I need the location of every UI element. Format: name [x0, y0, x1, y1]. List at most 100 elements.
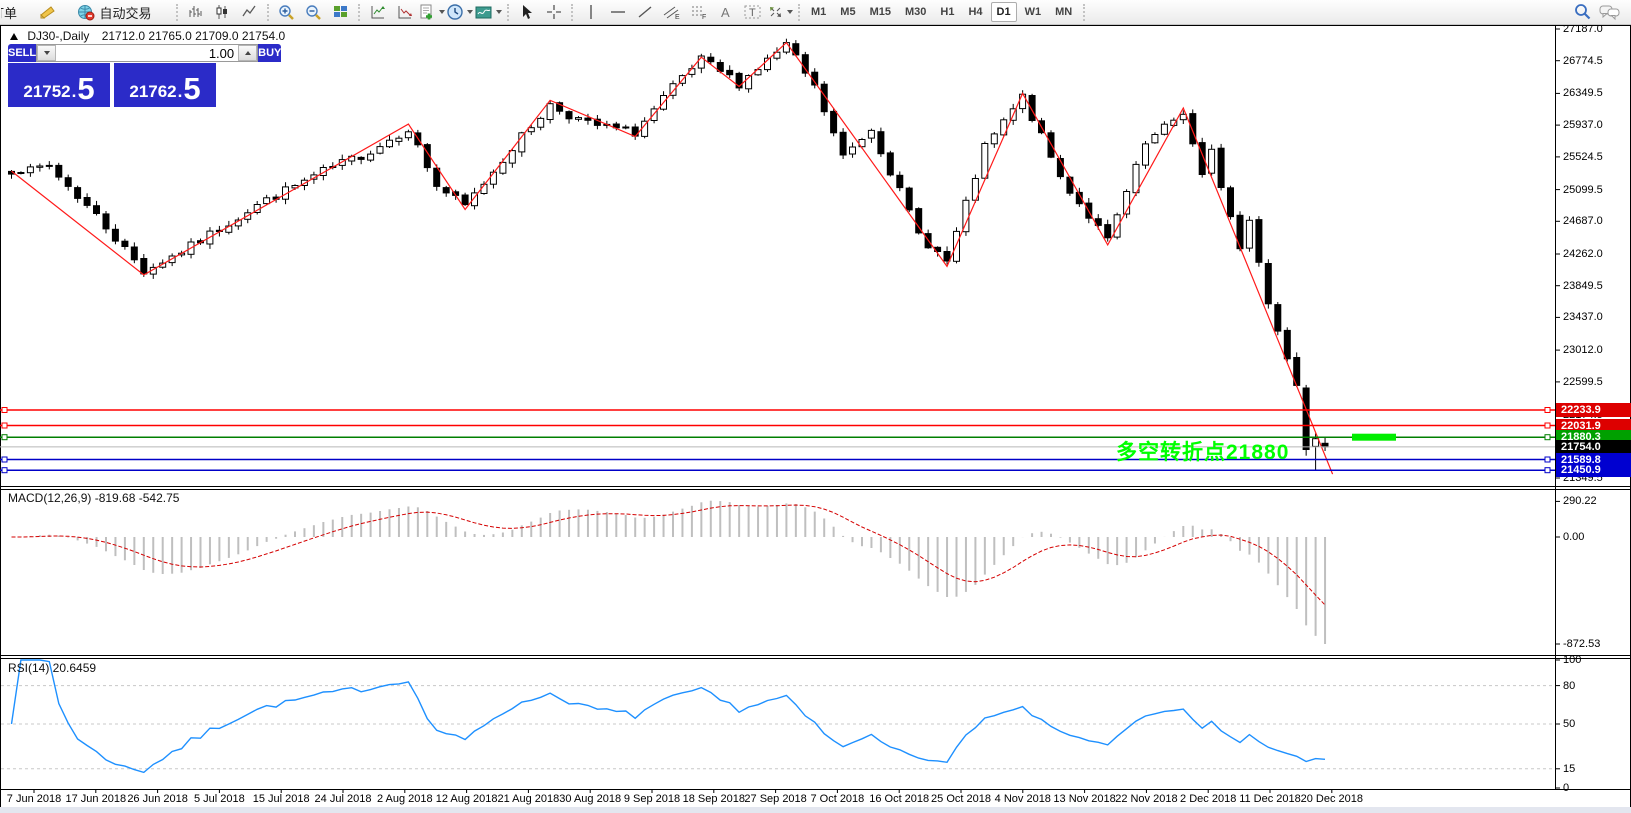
line-end-marker	[1545, 468, 1550, 473]
horizontal-line-icon	[610, 6, 626, 18]
indicators-list-icon	[475, 5, 493, 20]
templates-icon	[419, 4, 436, 21]
timeframe-button-m1[interactable]: M1	[805, 2, 832, 22]
line-chart-icon	[241, 4, 258, 20]
timeframe-button-mn[interactable]: MN	[1049, 2, 1078, 22]
timeframe-button-h4[interactable]: H4	[962, 2, 988, 22]
zoom-out-icon	[305, 4, 323, 21]
fibonacci-icon: F	[690, 4, 708, 20]
chart-canvas[interactable]	[0, 0, 1631, 813]
decimal-separator: .	[178, 80, 183, 104]
zoom-out-button[interactable]	[301, 2, 326, 23]
indicator-subwindow-button[interactable]	[392, 2, 417, 23]
horizontal-line-button[interactable]	[605, 2, 630, 23]
rsi-indicator	[1, 660, 1554, 772]
toolbar-separator	[176, 4, 178, 21]
line-end-marker	[2, 423, 7, 428]
timeframe-button-m15[interactable]: M15	[864, 2, 897, 22]
search-button[interactable]	[1570, 2, 1595, 23]
volume-control	[36, 44, 258, 62]
toolbar-separator	[571, 4, 573, 21]
crosshair-icon	[546, 4, 562, 20]
trendline-icon	[637, 4, 653, 20]
timeframe-button-d1[interactable]: D1	[991, 2, 1017, 22]
dropdown-caret-icon	[787, 10, 793, 14]
text-label-button[interactable]: T	[740, 2, 765, 23]
macd-indicator	[12, 501, 1326, 644]
timeframe-button-h1[interactable]: H1	[934, 2, 960, 22]
line-end-marker	[1545, 423, 1550, 428]
buy-price-display[interactable]: 21762.5	[114, 63, 216, 107]
line-end-marker	[1545, 435, 1550, 440]
fibonacci-button[interactable]: F	[686, 2, 711, 23]
dropdown-caret-icon	[496, 10, 502, 14]
spinner-down-icon	[44, 51, 50, 55]
zoom-in-icon	[278, 4, 296, 21]
trendline-button[interactable]	[632, 2, 657, 23]
buy-price-main: 21762	[129, 80, 176, 104]
cursor-icon	[520, 4, 534, 20]
volume-decrease-button[interactable]	[37, 45, 56, 61]
zoom-in-button[interactable]	[274, 2, 299, 23]
svg-text:F: F	[702, 14, 706, 20]
note-icon[interactable]	[34, 2, 59, 23]
svg-text:A: A	[721, 5, 730, 20]
horizontal-level-lines[interactable]	[0, 408, 1555, 473]
chat-button[interactable]	[1597, 2, 1622, 23]
buy-price-frac: 5	[183, 74, 200, 104]
text-label-icon: T	[744, 4, 762, 20]
line-end-marker	[2, 468, 7, 473]
equidistant-channel-button[interactable]: E	[659, 2, 684, 23]
volume-input[interactable]	[56, 45, 238, 61]
main-toolbar: 订单 自动交易 E F A T M1M5M15M30H1H4D1W1MN	[0, 0, 1631, 25]
line-end-marker	[1545, 408, 1550, 413]
macd-signal-path	[12, 505, 1326, 605]
line-end-marker	[2, 435, 7, 440]
line-end-marker	[2, 408, 7, 413]
equidistant-channel-icon: E	[663, 4, 681, 20]
arrows-button[interactable]	[767, 2, 793, 23]
toolbar-separator	[507, 4, 509, 21]
autotrading-icon	[77, 4, 96, 21]
turning-point-highlight-bar	[1352, 434, 1396, 441]
autotrading-button[interactable]: 自动交易	[61, 2, 171, 23]
timeframe-button-m30[interactable]: M30	[899, 2, 932, 22]
text-button[interactable]: A	[713, 2, 738, 23]
svg-text:E: E	[675, 14, 680, 20]
vertical-line-button[interactable]	[578, 2, 603, 23]
tile-windows-icon	[332, 4, 349, 20]
toolbar-separator	[1083, 4, 1085, 21]
candlestick-chart-button[interactable]	[210, 2, 235, 23]
indicator-subwindow-icon	[396, 4, 414, 20]
new-order-label: 订单	[1, 3, 32, 22]
timeframe-button-w1[interactable]: W1	[1019, 2, 1048, 22]
sell-price-display[interactable]: 21752.5	[8, 63, 110, 107]
rsi-path	[12, 660, 1326, 772]
volume-increase-button[interactable]	[238, 45, 257, 61]
toolbar-separator	[798, 4, 800, 21]
templates-button[interactable]	[419, 2, 445, 23]
indicator-window-icon	[369, 4, 387, 20]
bar-chart-button[interactable]	[183, 2, 208, 23]
indicators-list-button[interactable]	[475, 2, 502, 23]
indicator-window-button[interactable]	[365, 2, 390, 23]
note-icon	[38, 4, 56, 20]
buy-button[interactable]: BUY	[258, 44, 281, 62]
sell-price-main: 21752	[23, 80, 70, 104]
cursor-button[interactable]	[514, 2, 539, 23]
tile-windows-button[interactable]	[328, 2, 353, 23]
line-chart-button[interactable]	[237, 2, 262, 23]
periods-button[interactable]	[447, 2, 473, 23]
toolbar-separator	[267, 4, 269, 21]
candlestick-chart-icon	[214, 4, 231, 20]
line-end-marker	[1545, 457, 1550, 462]
timeframe-button-m5[interactable]: M5	[834, 2, 861, 22]
new-order-button[interactable]: 订单	[1, 2, 32, 23]
crosshair-button[interactable]	[541, 2, 566, 23]
sell-button[interactable]: SELL	[8, 44, 36, 62]
timeframe-group: M1M5M15M30H1H4D1W1MN	[804, 2, 1079, 22]
spinner-up-icon	[245, 51, 251, 55]
clock-icon	[447, 4, 464, 21]
dropdown-caret-icon	[467, 10, 473, 14]
vertical-line-icon	[585, 4, 597, 20]
